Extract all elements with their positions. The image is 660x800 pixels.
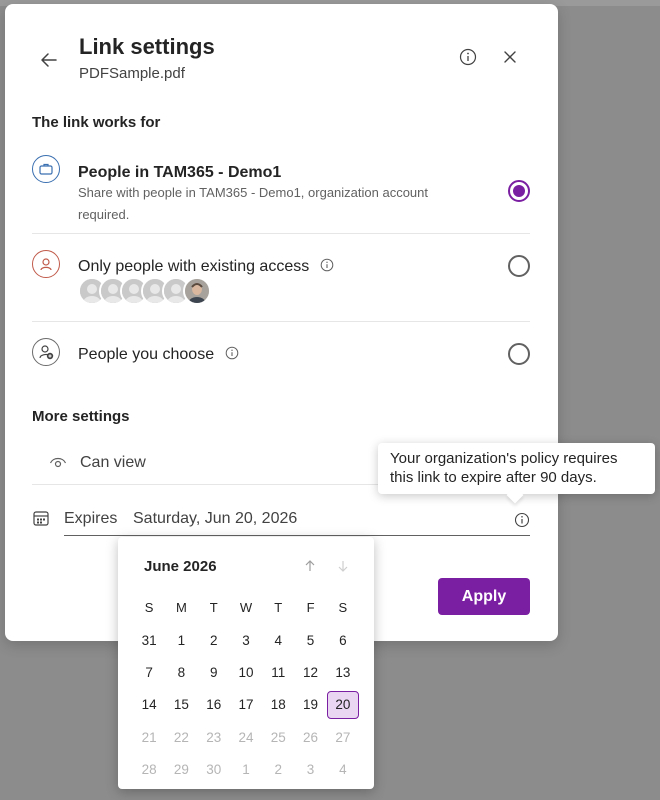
eye-icon: [49, 457, 67, 468]
divider: [32, 233, 530, 234]
permission-label: Can view: [80, 454, 146, 471]
radio-people-in-org[interactable]: [508, 180, 530, 202]
apply-button[interactable]: Apply: [438, 578, 530, 615]
weekday-label: M: [176, 600, 187, 616]
option-title: Only people with existing access: [78, 258, 334, 276]
option-people-you-choose[interactable]: People you choose: [32, 337, 530, 377]
calendar-day-disabled: 24: [238, 729, 254, 745]
calendar-day[interactable]: 9: [198, 659, 230, 687]
calendar-day[interactable]: 31: [133, 627, 165, 655]
next-month-button[interactable]: [332, 555, 354, 577]
option-title: People in TAM365 - Demo1: [78, 164, 282, 181]
calendar-day-selected[interactable]: 20: [326, 691, 359, 720]
info-button[interactable]: [456, 45, 480, 69]
calendar-day-disabled: 3: [306, 762, 315, 778]
calendar-day[interactable]: 17: [230, 691, 262, 719]
calendar-day[interactable]: 13: [327, 659, 359, 687]
calendar-day-disabled: 23: [206, 729, 222, 745]
calendar-grid: S M T W T F S 31 1 2 3 4 5 6 7 8 9 10 11…: [133, 592, 359, 786]
weekday-label: W: [239, 600, 253, 616]
calendar-day[interactable]: 8: [165, 659, 197, 687]
weekday-label: T: [274, 600, 283, 616]
calendar-week: 28 29 30 1 2 3 4: [133, 754, 359, 786]
option-title: People you choose: [78, 346, 239, 364]
calendar-week: 21 22 23 24 25 26 27: [133, 722, 359, 754]
option-title-text: Only people with existing access: [78, 258, 310, 275]
radio-existing-access[interactable]: [508, 255, 530, 277]
radio-people-you-choose[interactable]: [508, 343, 530, 365]
avatar-photo: [183, 277, 211, 305]
arrow-down-icon: [338, 561, 348, 572]
calendar-week: 7 8 9 10 11 12 13: [133, 657, 359, 689]
calendar-day-disabled: 27: [335, 729, 351, 745]
calendar-day-disabled: 28: [141, 762, 157, 778]
info-icon[interactable]: [320, 258, 334, 272]
expiration-policy-tooltip: Your organization's policy requires this…: [378, 443, 655, 494]
calendar-day[interactable]: 18: [262, 691, 294, 719]
date-picker-calendar: June 2026 S M T W T F S 31 1 2 3 4 5 6 7…: [118, 537, 374, 789]
option-existing-access[interactable]: Only people with existing access: [32, 249, 530, 319]
weekday-label: F: [306, 600, 315, 616]
calendar-day[interactable]: 10: [230, 659, 262, 687]
calendar-day[interactable]: 14: [133, 691, 165, 719]
calendar-day[interactable]: 7: [133, 659, 165, 687]
weekday-label: T: [209, 600, 218, 616]
calendar-month-label: June 2026: [144, 558, 217, 575]
weekday-label: S: [144, 600, 154, 616]
calendar-day-disabled: 21: [141, 729, 157, 745]
option-people-in-org[interactable]: People in TAM365 - Demo1 Share with peop…: [32, 154, 530, 230]
calendar-day-disabled: 26: [303, 729, 319, 745]
add-person-icon: [32, 338, 60, 366]
arrow-up-icon: [305, 560, 315, 571]
more-settings-label: More settings: [32, 408, 130, 425]
option-title-text: People you choose: [78, 346, 215, 363]
page-title: Link settings: [79, 34, 215, 59]
calendar-day[interactable]: 16: [198, 691, 230, 719]
weekday-label: S: [338, 600, 348, 616]
close-button[interactable]: [498, 45, 522, 69]
calendar-day[interactable]: 2: [198, 627, 230, 655]
calendar-day[interactable]: 19: [294, 691, 326, 719]
expires-date-value: Saturday, Jun 20, 2026: [133, 510, 298, 527]
divider: [32, 321, 530, 322]
calendar-day-disabled: 1: [242, 762, 250, 778]
permission-selector[interactable]: Can view: [49, 450, 146, 476]
calendar-day-disabled: 30: [206, 762, 222, 778]
info-icon[interactable]: [225, 346, 239, 360]
back-button[interactable]: [35, 46, 63, 74]
briefcase-icon: [32, 155, 60, 183]
calendar-day[interactable]: 6: [327, 627, 359, 655]
previous-month-button[interactable]: [299, 555, 321, 577]
person-icon: [32, 250, 60, 278]
calendar-day[interactable]: 4: [262, 627, 294, 655]
file-name: PDFSample.pdf: [79, 65, 185, 82]
calendar-day[interactable]: 3: [230, 627, 262, 655]
back-arrow-icon: [41, 53, 57, 67]
calendar-day[interactable]: 1: [165, 627, 197, 655]
calendar-day[interactable]: 11: [262, 659, 294, 687]
calendar-icon: [32, 509, 50, 532]
calendar-week: 14 15 16 17 18 19 20: [133, 689, 359, 721]
calendar-day-disabled: 25: [270, 729, 286, 745]
calendar-day[interactable]: 5: [294, 627, 326, 655]
expires-label: Expires: [64, 510, 118, 527]
info-icon: [459, 48, 477, 66]
info-icon[interactable]: [514, 512, 530, 528]
option-description: Share with people in TAM365 - Demo1, org…: [78, 185, 428, 222]
calendar-day[interactable]: 12: [294, 659, 326, 687]
access-avatar-group: [78, 277, 218, 307]
link-works-for-label: The link works for: [32, 114, 161, 131]
calendar-week: 31 1 2 3 4 5 6: [133, 624, 359, 656]
calendar-day-disabled: 4: [339, 762, 347, 778]
expires-field[interactable]: Expires Saturday, Jun 20, 2026: [64, 504, 530, 536]
calendar-weekday-header: S M T W T F S: [133, 592, 359, 624]
close-icon: [504, 51, 516, 63]
calendar-day-disabled: 22: [173, 729, 189, 745]
calendar-day-disabled: 2: [274, 762, 283, 778]
calendar-day[interactable]: 15: [165, 691, 197, 719]
calendar-day-disabled: 29: [173, 762, 189, 778]
